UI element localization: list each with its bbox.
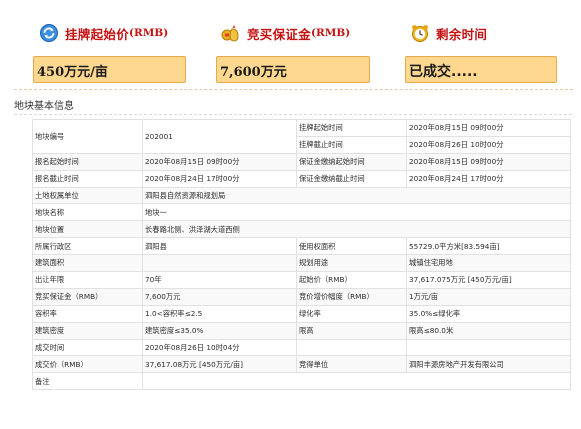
remaining-time-label: 剩余时间 bbox=[436, 26, 488, 42]
row-value: 地块一 bbox=[142, 203, 571, 222]
row-value: 1.0<容积率≤2.5 bbox=[142, 304, 297, 323]
row-value: 2020年08月26日 10时00分 bbox=[406, 135, 571, 154]
starting-price-header: 挂牌起始价 (RMB) bbox=[39, 22, 168, 44]
row-label: 保证金缴纳起始时间 bbox=[296, 152, 407, 171]
row-label: 建筑面积 bbox=[32, 254, 143, 273]
row-value: 55729.0平方米[83.594亩] bbox=[406, 237, 571, 256]
row-label: 规划用途 bbox=[296, 254, 407, 273]
row-label: 容积率 bbox=[32, 304, 143, 323]
parcel-info-table: 地块编号 202001 挂牌起始时间 2020年08月15日 09时00分 挂牌… bbox=[32, 119, 571, 391]
row-value bbox=[142, 254, 297, 273]
row-label: 所属行政区 bbox=[32, 237, 143, 256]
moneybag-icon bbox=[221, 23, 241, 43]
row-value: 泗阳县 bbox=[142, 237, 297, 256]
table-row: 成交时间 2020年08月26日 10时04分 bbox=[32, 338, 571, 357]
row-value: 2020年08月15日 09时00分 bbox=[406, 119, 571, 137]
table-row: 地块编号 202001 挂牌起始时间 2020年08月15日 09时00分 bbox=[32, 119, 571, 154]
table-row: 报名截止时间 2020年08月24日 17时00分 保证金缴纳截止时间 2020… bbox=[32, 169, 571, 188]
header-divider bbox=[14, 89, 573, 90]
row-label: 绿化率 bbox=[296, 304, 407, 323]
row-value: 202001 bbox=[142, 119, 297, 154]
auction-summary: 挂牌起始价 (RMB) 竞买保证金 (RMB) 剩余时间 450万元/亩 7,6… bbox=[0, 0, 581, 92]
row-label: 限高 bbox=[296, 321, 407, 340]
refresh-icon bbox=[39, 23, 59, 43]
row-value: 限高≤80.0米 bbox=[406, 321, 571, 340]
table-row: 土地权属单位 泗阳县自然资源和规划局 bbox=[32, 186, 571, 205]
table-row: 容积率 1.0<容积率≤2.5 绿化率 35.0%≤绿化率 bbox=[32, 304, 571, 323]
table-row: 建筑密度 建筑密度≤35.0% 限高 限高≤80.0米 bbox=[32, 321, 571, 340]
row-label: 竞价增价幅度（RMB） bbox=[296, 287, 407, 306]
row-value: 2020年08月15日 09时00分 bbox=[142, 152, 297, 171]
remaining-time-header: 剩余时间 bbox=[410, 22, 487, 44]
table-row: 地块名称 地块一 bbox=[32, 203, 571, 222]
row-label: 报名起始时间 bbox=[32, 152, 143, 171]
row-value: 2020年08月15日 09时00分 bbox=[406, 152, 571, 171]
table-row: 地块位置 长春路北侧、洪泽湖大道西侧 bbox=[32, 220, 571, 239]
starting-price-unit: (RMB) bbox=[129, 27, 169, 39]
row-label: 地块编号 bbox=[32, 119, 143, 154]
row-value: 7,600万元 bbox=[142, 287, 297, 306]
row-value bbox=[406, 338, 571, 357]
starting-price-label: 挂牌起始价 bbox=[65, 26, 130, 42]
table-row: 报名起始时间 2020年08月15日 09时00分 保证金缴纳起始时间 2020… bbox=[32, 152, 571, 171]
row-label: 报名截止时间 bbox=[32, 169, 143, 188]
table-row: 竞买保证金（RMB） 7,600万元 竞价增价幅度（RMB） 1万元/亩 bbox=[32, 287, 571, 306]
row-value: 37,617.08万元 [450万元/亩] bbox=[142, 355, 297, 374]
deposit-label: 竞买保证金 bbox=[247, 26, 312, 42]
deposit-unit: (RMB) bbox=[311, 27, 351, 39]
row-label: 土地权属单位 bbox=[32, 186, 143, 205]
row-value: 70年 bbox=[142, 271, 297, 289]
row-label: 地块名称 bbox=[32, 203, 143, 222]
row-label bbox=[296, 338, 407, 357]
row-label: 使用权面积 bbox=[296, 237, 407, 256]
row-label: 建筑密度 bbox=[32, 321, 143, 340]
deposit-value-box: 7,600万元 bbox=[216, 56, 370, 83]
row-label: 成交价（RMB） bbox=[32, 355, 143, 374]
row-label: 挂牌截止时间 bbox=[296, 135, 407, 154]
row-label: 挂牌起始时间 bbox=[296, 119, 407, 137]
alarm-clock-icon bbox=[410, 23, 430, 43]
starting-price-value-box: 450万元/亩 bbox=[33, 56, 186, 83]
table-row: 成交价（RMB） 37,617.08万元 [450万元/亩] 竞得单位 泗阳丰源… bbox=[32, 355, 571, 374]
table-row: 出让年限 70年 起始价（RMB） 37,617.075万元 [450万元/亩] bbox=[32, 271, 571, 289]
row-value: 建筑密度≤35.0% bbox=[142, 321, 297, 340]
row-value: 泗阳县自然资源和规划局 bbox=[142, 186, 571, 205]
deposit-header: 竞买保证金 (RMB) bbox=[221, 22, 350, 44]
section-title: 地块基本信息 bbox=[14, 101, 74, 112]
row-value: 泗阳丰源房地产开发有限公司 bbox=[406, 355, 571, 374]
row-value: 长春路北侧、洪泽湖大道西侧 bbox=[142, 220, 571, 239]
table-row: 建筑面积 规划用途 城镇住宅用地 bbox=[32, 254, 571, 273]
section-divider bbox=[14, 114, 572, 115]
row-value: 35.0%≤绿化率 bbox=[406, 304, 571, 323]
row-label: 出让年限 bbox=[32, 271, 143, 289]
table-row: 备注 bbox=[32, 372, 571, 391]
row-value: 1万元/亩 bbox=[406, 287, 571, 306]
row-value: 2020年08月24日 17时00分 bbox=[406, 169, 571, 188]
remaining-time-value-box: 已成交..... bbox=[405, 56, 557, 83]
row-value: 2020年08月26日 10时04分 bbox=[142, 338, 297, 357]
row-label: 保证金缴纳截止时间 bbox=[296, 169, 407, 188]
remaining-time-value: 已成交..... bbox=[409, 64, 478, 80]
starting-price-value: 450万元/亩 bbox=[37, 65, 108, 80]
row-label: 备注 bbox=[32, 372, 143, 391]
row-label: 成交时间 bbox=[32, 338, 143, 357]
row-label: 地块位置 bbox=[32, 220, 143, 239]
row-value: 2020年08月24日 17时00分 bbox=[142, 169, 297, 188]
deposit-value: 7,600万元 bbox=[220, 65, 287, 80]
table-row: 所属行政区 泗阳县 使用权面积 55729.0平方米[83.594亩] bbox=[32, 237, 571, 256]
row-value: 37,617.075万元 [450万元/亩] bbox=[406, 271, 571, 289]
row-value bbox=[142, 372, 571, 391]
row-label: 竞得单位 bbox=[296, 355, 407, 374]
row-value: 城镇住宅用地 bbox=[406, 254, 571, 273]
row-label: 起始价（RMB） bbox=[296, 271, 407, 289]
row-label: 竞买保证金（RMB） bbox=[32, 287, 143, 306]
